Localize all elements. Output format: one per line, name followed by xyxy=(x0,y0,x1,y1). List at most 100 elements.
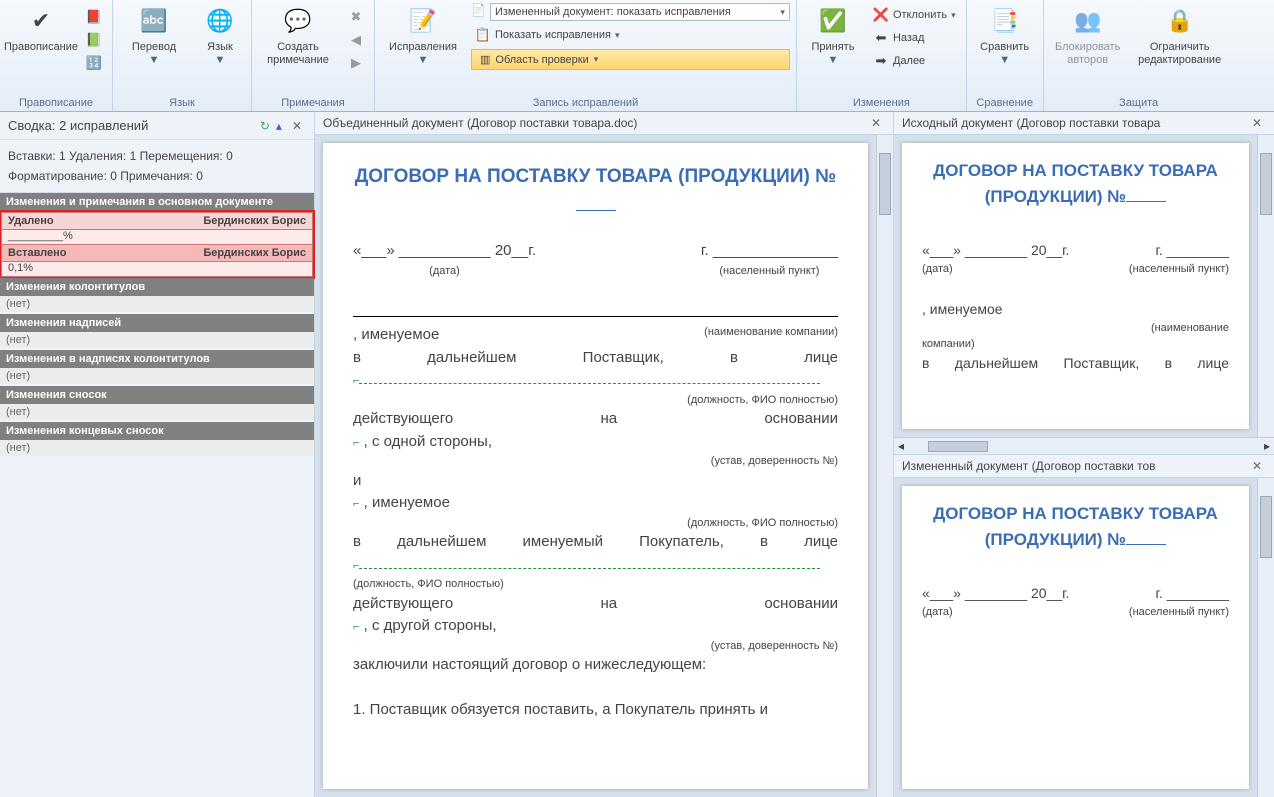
display-combo-label: Измененный документ: показать исправлени… xyxy=(495,6,731,18)
prev-icon: ◀ xyxy=(348,32,364,48)
accept-button[interactable]: ✅ Принять ▼ xyxy=(803,3,863,69)
next-icon: ▶ xyxy=(348,55,364,71)
doc-title: ДОГОВОР НА ПОСТАВКУ ТОВАРА (ПРОДУКЦИИ) № xyxy=(922,501,1229,552)
spelling-button[interactable]: ✔ Правописание xyxy=(6,3,76,56)
chevron-down-icon: ▼ xyxy=(149,54,160,67)
reject-label: Отклонить xyxy=(893,9,947,21)
research-button[interactable]: 📕 xyxy=(82,7,106,27)
group-comments-label: Примечания xyxy=(258,95,368,109)
group-language-label: Язык xyxy=(119,95,245,109)
change-deleted-row[interactable]: Удалено Бердинских Борис xyxy=(1,212,313,230)
section-labels-none: (нет) xyxy=(0,332,314,348)
next-icon: ➡ xyxy=(873,53,889,69)
charter-caption: (устав, доверенность №) xyxy=(353,453,838,470)
spelling-label: Правописание xyxy=(4,41,78,54)
translate-icon: 🔤 xyxy=(138,5,170,37)
source-doc-viewport[interactable]: ДОГОВОР НА ПОСТАВКУ ТОВАРА (ПРОДУКЦИИ) №… xyxy=(894,135,1274,437)
track-changes-button[interactable]: 📝 Исправления ▼ xyxy=(381,3,465,69)
group-protect-label: Защита xyxy=(1050,95,1228,109)
deleted-label: Удалено xyxy=(8,215,54,227)
city-caption: (населенный пункт) xyxy=(701,263,838,280)
combined-doc-page: ДОГОВОР НА ПОСТАВКУ ТОВАРА (ПРОДУКЦИИ) №… xyxy=(323,143,868,789)
pane-icon: ▥ xyxy=(480,53,490,66)
side2: , с другой стороны, xyxy=(364,617,497,634)
chevron-down-icon: ▼ xyxy=(828,54,839,67)
ribbon: ✔ Правописание 📕 📗 🔢 Правописание 🔤 Пере… xyxy=(0,0,1274,112)
close-icon[interactable]: ✕ xyxy=(867,116,885,130)
chevron-down-icon: ▼ xyxy=(999,54,1010,67)
group-changes: ✅ Принять ▼ ❌Отклонить ▾ ⬅Назад ➡Далее И… xyxy=(797,0,967,111)
reviewing-pane-label: Область проверки xyxy=(495,54,588,66)
doc-title: ДОГОВОР НА ПОСТАВКУ ТОВАРА (ПРОДУКЦИИ) № xyxy=(353,163,838,220)
translate-button[interactable]: 🔤 Перевод ▼ xyxy=(119,3,189,69)
date-caption: (дата) xyxy=(353,263,536,280)
new-comment-button[interactable]: 💬 Создать примечание xyxy=(258,3,338,69)
book-icon: 📕 xyxy=(86,9,102,25)
section-footnotes-none: (нет) xyxy=(0,404,314,420)
section-endnotes-none: (нет) xyxy=(0,440,314,456)
next-label: Далее xyxy=(893,55,925,67)
source-doc-tab: Исходный документ (Договор поставки това… xyxy=(894,112,1274,135)
change-inserted-row[interactable]: Вставлено Бердинских Борис xyxy=(1,244,313,262)
charter-caption2: (устав, доверенность №) xyxy=(353,638,838,655)
previous-button[interactable]: ⬅Назад xyxy=(869,28,960,48)
revised-doc-title: Измененный документ (Договор поставки то… xyxy=(902,459,1156,473)
revised-doc-viewport[interactable]: ДОГОВОР НА ПОСТАВКУ ТОВАРА (ПРОДУКЦИИ) №… xyxy=(894,478,1274,797)
group-changes-label: Изменения xyxy=(803,95,960,109)
next-button[interactable]: ➡ Далее xyxy=(869,51,960,71)
reviewing-pane: Сводка: 2 исправлений ↻ ▴ ✕ Вставки: 1 У… xyxy=(0,112,315,797)
deleted-value: _________% xyxy=(1,230,313,244)
globe-icon: 🌐 xyxy=(204,5,236,37)
section-header-labels-none: (нет) xyxy=(0,368,314,384)
accept-label: Принять xyxy=(811,41,854,54)
block-authors-button: 👥 Блокировать авторов xyxy=(1050,3,1126,69)
translate-label: Перевод xyxy=(132,41,176,54)
display-for-review-combo[interactable]: Измененный документ: показать исправлени… xyxy=(490,3,790,21)
scrollbar-vertical[interactable] xyxy=(1257,135,1274,437)
count-icon: 🔢 xyxy=(86,55,102,71)
lock-icon: 🔒 xyxy=(1164,5,1196,37)
reviewing-pane-body: Изменения и примечания в основном докуме… xyxy=(0,193,314,458)
close-icon[interactable]: ✕ xyxy=(288,119,306,133)
reviewing-pane-button[interactable]: ▥ Область проверки ▾ xyxy=(471,49,790,70)
reject-icon: ❌ xyxy=(873,7,889,23)
scrollbar-vertical[interactable] xyxy=(1257,478,1274,797)
company-caption: (наименование компании) xyxy=(704,324,838,347)
compare-button[interactable]: 📑 Сравнить ▼ xyxy=(973,3,1037,69)
position-caption2: (должность, ФИО полностью) xyxy=(353,515,838,532)
collapse-icon[interactable]: ▴ xyxy=(276,119,282,133)
balloon-icon: 📄 xyxy=(471,3,486,21)
wordcount-button[interactable]: 🔢 xyxy=(82,53,106,73)
scrollbar-vertical[interactable] xyxy=(876,135,893,797)
city-g: г. xyxy=(701,242,709,259)
markup-icon: 📋 xyxy=(475,27,491,43)
combined-document-pane: Объединенный документ (Договор поставки … xyxy=(315,112,894,797)
inserted-label: Вставлено xyxy=(8,247,67,259)
section-labels: Изменения надписей xyxy=(0,314,314,332)
and: и xyxy=(353,470,838,493)
group-compare: 📑 Сравнить ▼ Сравнение xyxy=(967,0,1044,111)
scrollbar-horizontal[interactable]: ◂▸ xyxy=(894,437,1274,454)
reject-button[interactable]: ❌Отклонить ▾ xyxy=(869,5,960,25)
group-tracking-label: Запись исправлений xyxy=(381,95,790,109)
chevron-down-icon: ▼ xyxy=(418,54,429,67)
combined-doc-viewport[interactable]: ДОГОВОР НА ПОСТАВКУ ТОВАРА (ПРОДУКЦИИ) №… xyxy=(315,135,893,797)
compare-label: Сравнить xyxy=(980,41,1029,54)
track-icon: 📝 xyxy=(407,5,439,37)
workspace: Сводка: 2 исправлений ↻ ▴ ✕ Вставки: 1 У… xyxy=(0,112,1274,797)
compare-icon: 📑 xyxy=(989,5,1021,37)
thesaurus-button[interactable]: 📗 xyxy=(82,30,106,50)
close-icon[interactable]: ✕ xyxy=(1248,459,1266,473)
section-headers: Изменения колонтитулов xyxy=(0,278,314,296)
inserted-author: Бердинских Борис xyxy=(203,247,306,259)
show-markup-button[interactable]: 📋 Показать исправления ▾ xyxy=(471,25,790,45)
source-doc-title: Исходный документ (Договор поставки това… xyxy=(902,116,1160,130)
named2: , именуемое xyxy=(364,494,450,511)
revised-document-pane: Измененный документ (Договор поставки то… xyxy=(894,455,1274,797)
previous-label: Назад xyxy=(893,32,925,44)
refresh-icon[interactable]: ↻ xyxy=(260,119,270,133)
restrict-editing-button[interactable]: 🔒 Ограничить редактирование xyxy=(1132,3,1228,69)
position-caption3: (должность, ФИО полностью) xyxy=(353,576,838,593)
close-icon[interactable]: ✕ xyxy=(1248,116,1266,130)
language-button[interactable]: 🌐 Язык ▼ xyxy=(195,3,245,69)
